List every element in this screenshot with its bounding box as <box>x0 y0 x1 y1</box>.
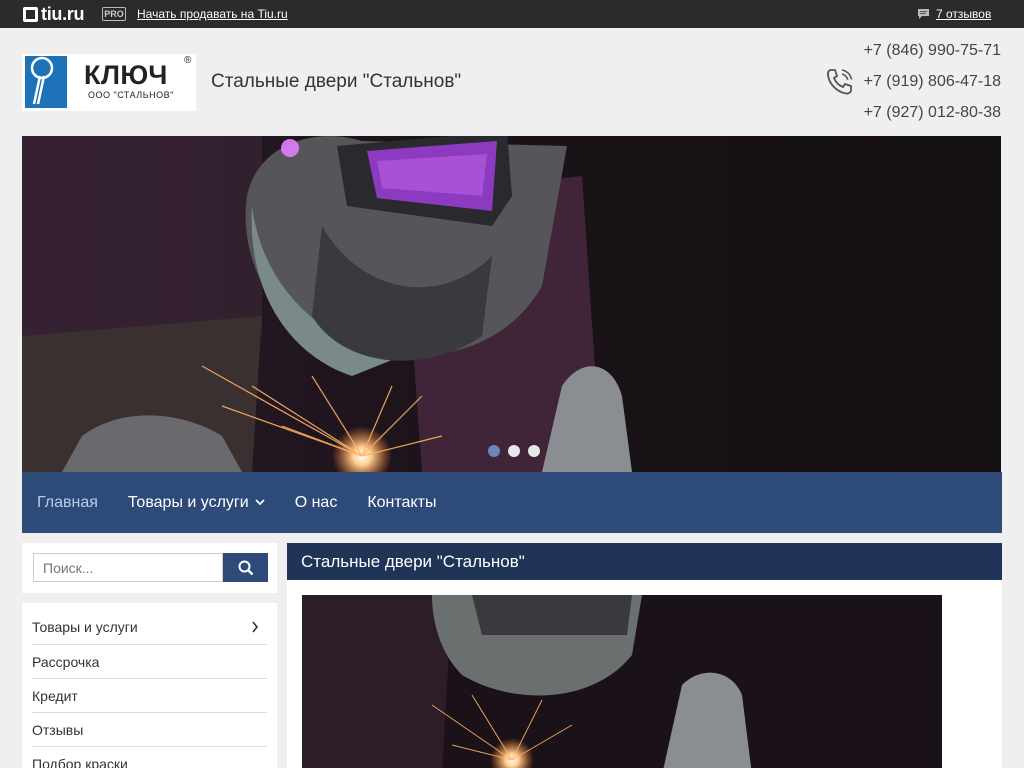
sidebar-item-label: Подбор краски <box>32 755 128 768</box>
nav-item-home[interactable]: Главная <box>37 494 98 512</box>
tiu-logo-icon <box>23 6 38 22</box>
company-logo[interactable]: КЛЮЧ ® ООО "СТАЛЬНОВ" <box>22 54 196 111</box>
sidebar-item-label: Товары и услуги <box>32 618 138 635</box>
sidebar-item-products[interactable]: Товары и услуги <box>32 603 267 645</box>
nav-item-label: Товары и услуги <box>127 493 249 511</box>
chevron-down-icon <box>255 499 265 506</box>
nav-item-products[interactable]: Товары и услуги <box>128 494 265 512</box>
search-input[interactable] <box>33 553 223 582</box>
slider-dots <box>488 445 540 457</box>
phone-number-1[interactable]: +7 (846) 990-75-71 <box>864 42 1001 60</box>
sidebar-item-installment[interactable]: Рассрочка <box>32 645 267 679</box>
start-selling-link[interactable]: Начать продавать на Tiu.ru <box>137 7 288 21</box>
search-box <box>22 543 277 593</box>
sidebar-item-label: Отзывы <box>32 721 84 738</box>
hero-banner-image[interactable] <box>22 136 1001 472</box>
registered-mark: ® <box>184 55 192 66</box>
phone-number-2[interactable]: +7 (919) 806-47-18 <box>864 73 1001 91</box>
nav-item-about[interactable]: О нас <box>295 494 338 512</box>
comment-icon <box>918 9 929 19</box>
slider-dot-2[interactable] <box>508 445 520 457</box>
nav-item-label: О нас <box>294 493 338 511</box>
welder-photo <box>22 136 1001 472</box>
search-icon <box>238 560 253 575</box>
phone-number-3[interactable]: +7 (927) 012-80-38 <box>864 104 1001 122</box>
content-image <box>302 595 942 768</box>
page-title: Стальные двери "Стальнов" <box>287 543 1002 580</box>
slider-dot-3[interactable] <box>528 445 540 457</box>
chevron-right-icon <box>252 621 259 632</box>
welder-photo-small <box>302 595 942 768</box>
sidebar-menu: Товары и услуги Рассрочка Кредит Отзывы … <box>22 603 277 768</box>
reviews-link[interactable]: 7 отзывов <box>936 7 991 21</box>
main-nav: Главная Товары и услуги О нас Контакты <box>22 472 1002 533</box>
nav-item-contacts[interactable]: Контакты <box>367 494 436 512</box>
tiu-logo[interactable]: tiu.ru <box>23 3 85 24</box>
tiu-logo-text: tiu.ru <box>41 3 85 24</box>
sidebar-item-paint[interactable]: Подбор краски <box>32 747 267 768</box>
phone-icon <box>827 69 853 95</box>
nav-item-label: Главная <box>37 493 98 511</box>
logo-company-text: ООО "СТАЛЬНОВ" <box>88 90 174 100</box>
top-bar: tiu.ru PRO Начать продавать на Tiu.ru 7 … <box>0 0 1024 28</box>
sidebar-item-reviews[interactable]: Отзывы <box>32 713 267 747</box>
slider-dot-1[interactable] <box>488 445 500 457</box>
sidebar-item-label: Рассрочка <box>32 653 100 670</box>
logo-brand-text: КЛЮЧ <box>84 60 168 90</box>
search-button[interactable] <box>223 553 268 582</box>
sidebar-item-label: Кредит <box>32 687 78 704</box>
site-title: Стальные двери "Стальнов" <box>211 71 462 92</box>
pro-badge: PRO <box>102 7 126 21</box>
nav-item-label: Контакты <box>367 493 437 511</box>
sidebar-item-credit[interactable]: Кредит <box>32 679 267 713</box>
